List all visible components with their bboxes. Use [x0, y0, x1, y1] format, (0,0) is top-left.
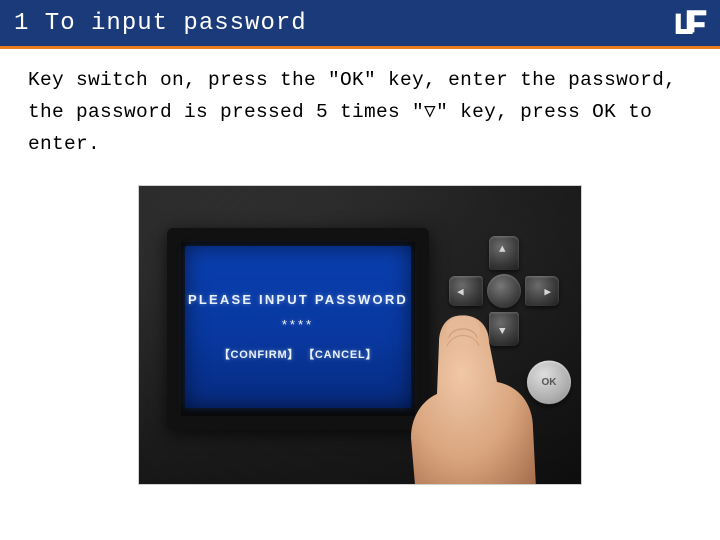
- slide-title: 1 To input password: [14, 10, 307, 37]
- ok-button-label: OK: [541, 376, 556, 387]
- device-photo: PLEASE INPUT PASSWORD **** 【CONFIRM】 【CA…: [138, 185, 582, 485]
- screen-password-dots: ****: [282, 317, 314, 332]
- photo-container: PLEASE INPUT PASSWORD **** 【CONFIRM】 【CA…: [0, 185, 720, 485]
- device-screen: PLEASE INPUT PASSWORD **** 【CONFIRM】 【CA…: [185, 246, 411, 408]
- left-arrow-icon: ◀: [457, 285, 464, 299]
- slide-header: 1 To input password: [0, 0, 720, 46]
- screen-confirm-label: 【CONFIRM】: [219, 349, 300, 361]
- right-arrow-icon: ▶: [544, 285, 551, 299]
- ok-button[interactable]: OK: [527, 360, 572, 404]
- dpad-up-button[interactable]: ▲: [489, 236, 519, 270]
- down-arrow-icon: ▼: [499, 326, 506, 338]
- screen-prompt: PLEASE INPUT PASSWORD: [188, 292, 408, 307]
- dpad: ▲ ▼ ◀ ▶: [449, 236, 559, 346]
- up-arrow-icon: ▲: [499, 244, 506, 256]
- screen-cancel-label: 【CANCEL】: [303, 349, 377, 361]
- dpad-left-button[interactable]: ◀: [449, 276, 483, 306]
- dpad-right-button[interactable]: ▶: [525, 276, 559, 306]
- device-screen-bezel: PLEASE INPUT PASSWORD **** 【CONFIRM】 【CA…: [167, 228, 429, 430]
- dpad-center-button[interactable]: [487, 274, 521, 308]
- dpad-down-button[interactable]: ▼: [489, 312, 519, 346]
- instruction-text: Key switch on, press the "OK" key, enter…: [0, 46, 720, 161]
- screen-options: 【CONFIRM】 【CANCEL】: [219, 346, 378, 362]
- brand-logo-icon: [674, 8, 708, 38]
